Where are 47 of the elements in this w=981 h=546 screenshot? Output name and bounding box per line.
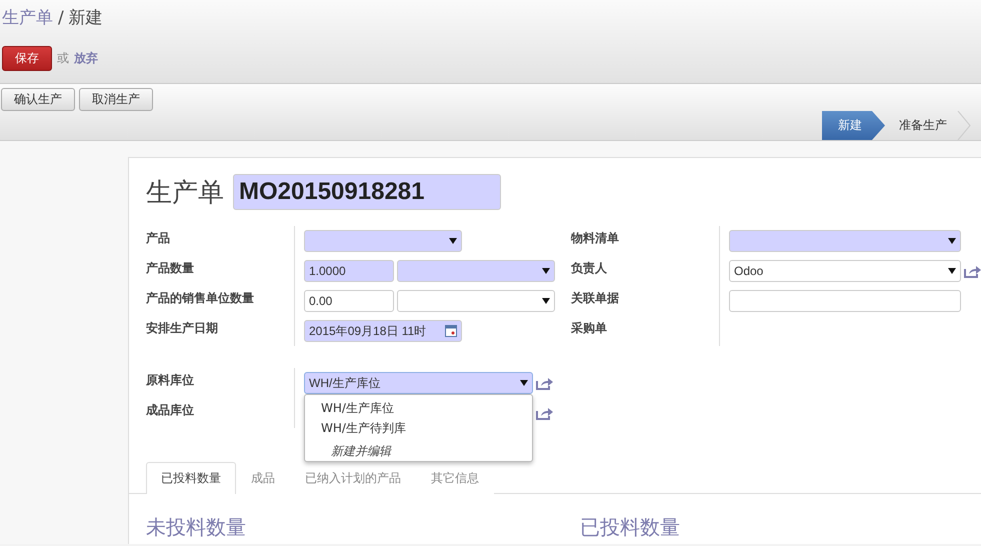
section-heading: 已投料数量 — [580, 514, 681, 541]
status-step[interactable]: 新建 — [822, 111, 885, 140]
breadcrumb-link[interactable]: 生产单 — [2, 6, 53, 29]
field-label: 产品数量 — [146, 256, 295, 286]
action-button[interactable]: 确认生产 — [1, 88, 75, 111]
date-field[interactable]: 2015年09月18日 11时 — [304, 320, 462, 342]
select-field[interactable] — [729, 230, 961, 252]
caret-icon — [520, 380, 528, 386]
external-link-icon[interactable] — [536, 406, 553, 420]
name-field[interactable]: MO20150918281 — [233, 174, 501, 210]
select-field[interactable] — [397, 290, 555, 312]
field-label: 采购单 — [571, 316, 720, 346]
input-field[interactable] — [729, 290, 961, 312]
caret-icon — [542, 268, 550, 274]
select-field[interactable]: WH/生产库位 — [304, 372, 533, 394]
or-text: 或 — [57, 50, 69, 67]
page-title: 新建 — [68, 7, 103, 29]
tab[interactable]: 已投料数量 — [146, 462, 236, 494]
field-label: 负责人 — [571, 256, 720, 286]
field-label: 成品库位 — [146, 398, 295, 428]
calendar-icon[interactable] — [445, 325, 457, 337]
save-button[interactable]: 保存 — [2, 46, 52, 71]
input-field[interactable]: 1.0000 — [304, 260, 394, 282]
status-step[interactable]: 准备生产 — [885, 111, 971, 140]
select-field[interactable]: Odoo — [729, 260, 961, 282]
create-and-edit-option[interactable]: 新建并编辑 — [305, 443, 532, 460]
field-label: 原料库位 — [146, 368, 295, 398]
field-label: 产品 — [146, 226, 295, 256]
dropdown-option[interactable]: WH/生产库位 — [305, 398, 532, 418]
caret-icon — [542, 298, 550, 304]
field-label: 产品的销售单位数量 — [146, 286, 295, 316]
external-link-icon[interactable] — [536, 376, 553, 390]
caret-icon — [449, 238, 457, 244]
dropdown-option[interactable]: WH/生产待判库 — [305, 418, 532, 438]
section-heading: 未投料数量 — [146, 514, 247, 541]
external-link-icon[interactable] — [964, 264, 981, 278]
action-button[interactable]: 取消生产 — [79, 88, 153, 111]
field-label: 物料清单 — [571, 226, 720, 256]
field-label: 关联单据 — [571, 286, 720, 316]
breadcrumb-separator: / — [58, 8, 64, 28]
caret-icon — [948, 268, 956, 274]
caret-icon — [948, 238, 956, 244]
select-field[interactable] — [397, 260, 555, 282]
input-field[interactable]: 0.00 — [304, 290, 394, 312]
select-field[interactable] — [304, 230, 462, 252]
form-title: 生产单 — [146, 176, 224, 210]
field-label: 安排生产日期 — [146, 316, 295, 346]
